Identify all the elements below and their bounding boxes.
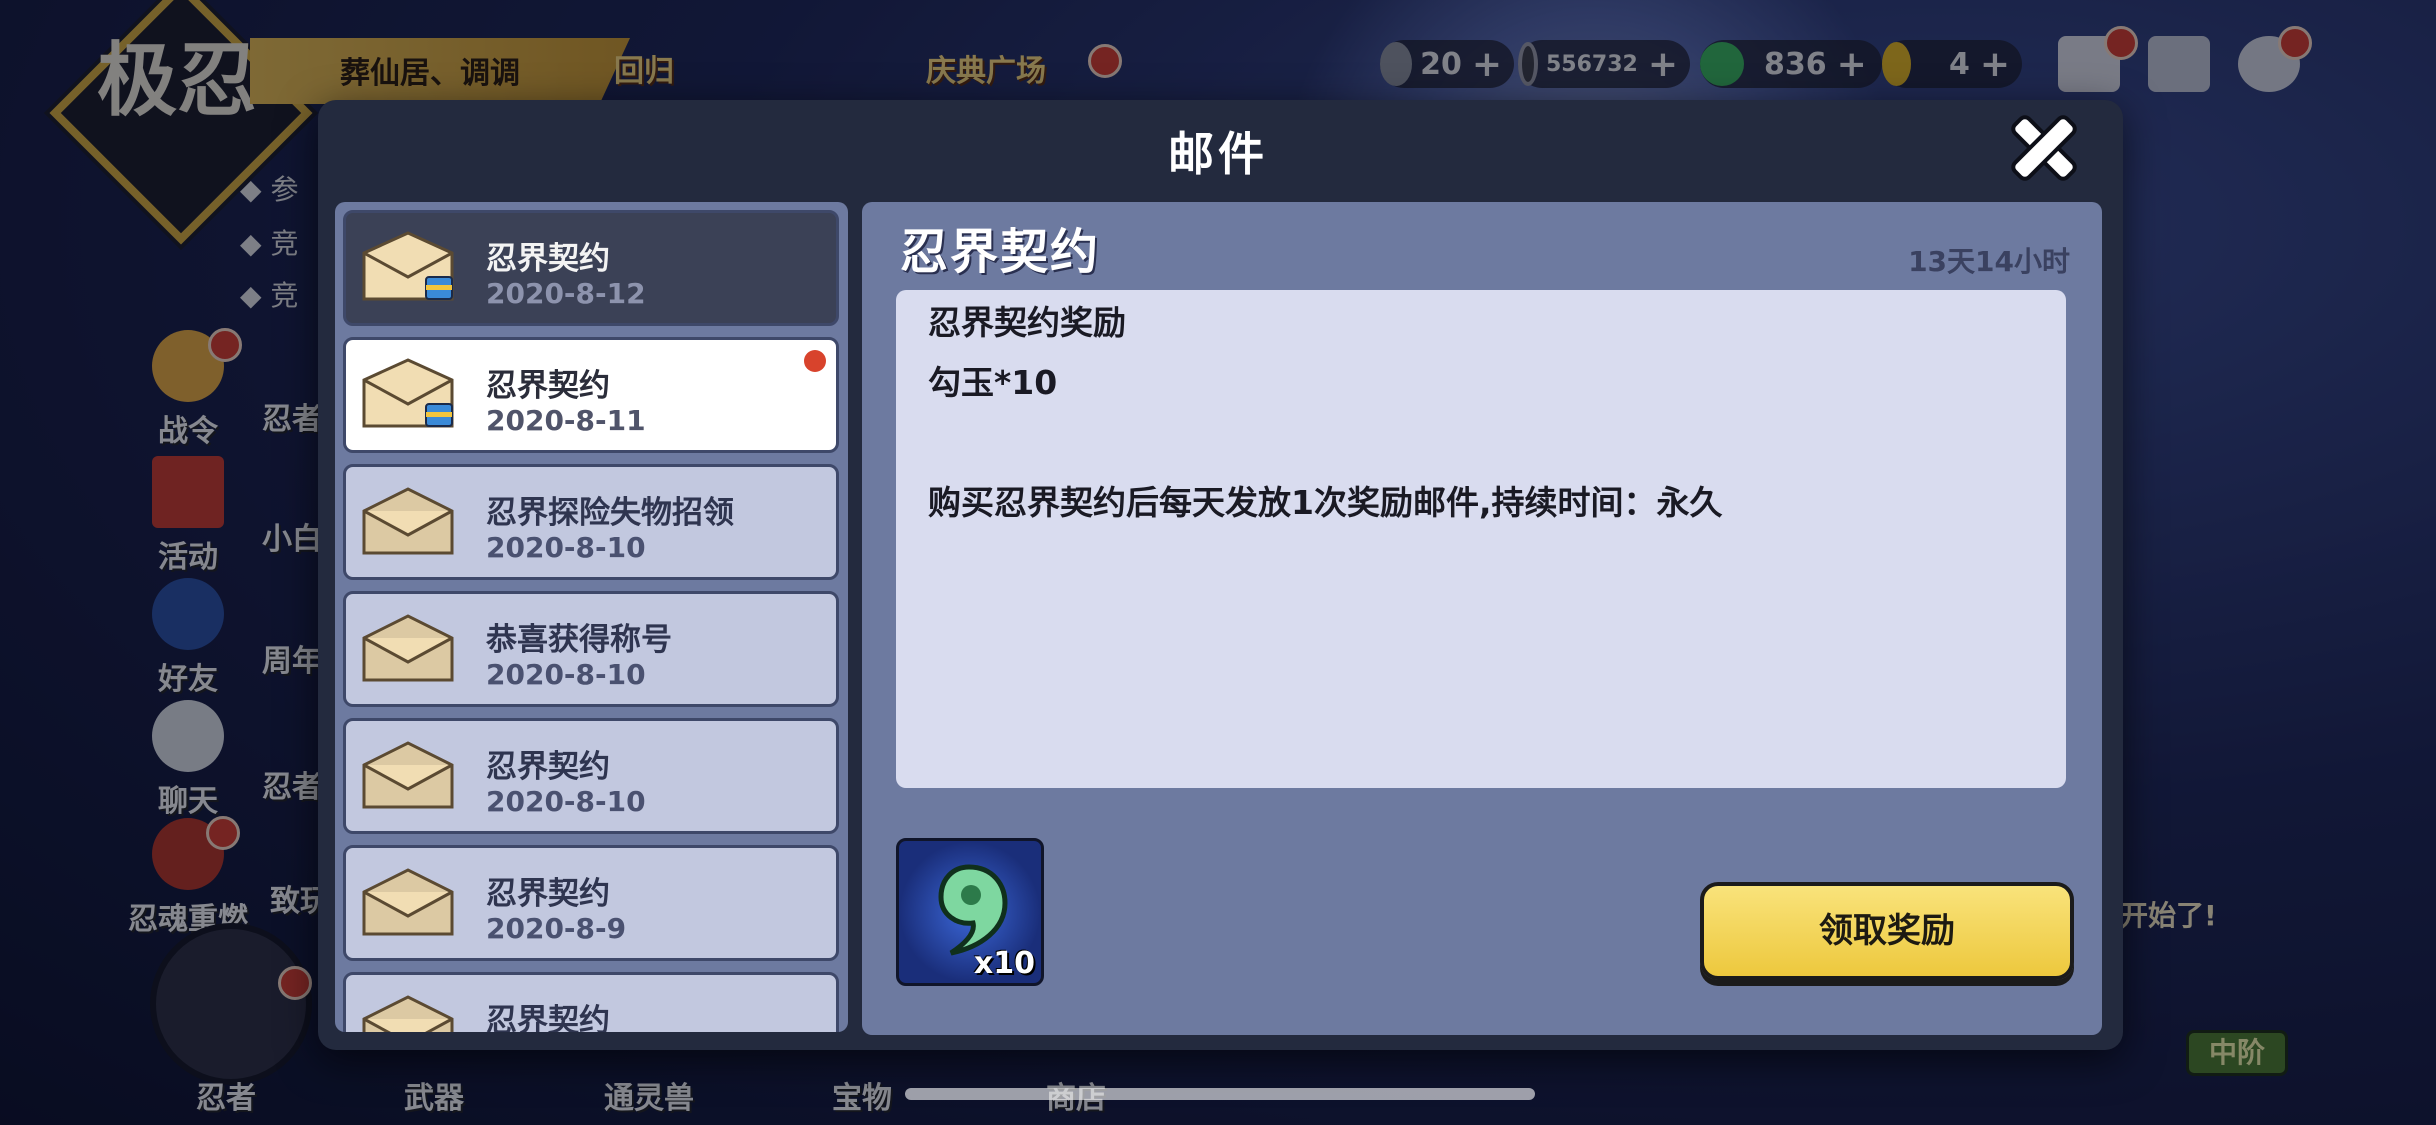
opened-envelope-icon [362,868,454,936]
mail-list-item[interactable]: 忍界契约 [343,972,839,1032]
mail-list-item[interactable]: 忍界契约 2020-8-9 [343,845,839,961]
claim-reward-button[interactable]: 领取奖励 [1700,882,2074,980]
mail-content-box[interactable] [896,290,2066,788]
opened-envelope-gift-icon [362,231,454,301]
mail-title: 忍界契约 [486,368,610,404]
mail-date: 2020-8-10 [486,658,646,691]
mail-date: 2020-8-10 [486,785,646,818]
home-indicator[interactable] [905,1088,1535,1100]
mail-list-item[interactable]: 忍界探险失物招领 2020-8-10 [343,464,839,580]
opened-envelope-icon [362,614,454,682]
mail-title: 忍界契约 [486,241,610,277]
reward-quantity: x10 [973,946,1035,981]
envelope-gift-icon [362,358,454,428]
mail-date: 2020-8-12 [486,277,646,310]
mail-list-item[interactable]: 忍界契约 2020-8-10 [343,718,839,834]
opened-envelope-icon [362,741,454,809]
mail-expiry-countdown: 13天14小时 [1908,245,2070,278]
green-magatama-icon [938,864,1008,956]
mail-detail-title: 忍界契约 [900,224,1101,280]
mail-list-item[interactable]: 恭喜获得称号 2020-8-10 [343,591,839,707]
mail-date: 2020-8-10 [486,531,646,564]
mail-content-description: 购买忍界契约后每天发放1次奖励邮件,持续时间：永久 [928,483,1723,522]
mail-title: 忍界契约 [486,1003,610,1032]
mail-list-item[interactable]: 忍界契约 2020-8-12 [343,210,839,326]
close-icon[interactable] [2005,110,2081,186]
mail-date: 2020-8-11 [486,404,646,437]
mail-title: 忍界契约 [486,749,610,785]
mail-title: 恭喜获得称号 [486,622,672,658]
mail-content-reward: 勾玉*10 [928,363,1058,402]
opened-envelope-icon [362,487,454,555]
mail-title: 忍界契约 [486,876,610,912]
mail-date: 2020-8-9 [486,912,627,945]
mail-list-item-selected[interactable]: 忍界契约 2020-8-11 [343,337,839,453]
reward-item-slot[interactable]: x10 [896,838,1044,986]
opened-envelope-icon [362,995,454,1032]
unread-dot [804,350,826,372]
mail-list[interactable]: 忍界契约 2020-8-12 忍界契约 2020-8-11 忍界探险失物招领 2… [335,202,848,1032]
mail-title: 忍界探险失物招领 [486,495,734,531]
mail-content-heading: 忍界契约奖励 [928,303,1126,342]
